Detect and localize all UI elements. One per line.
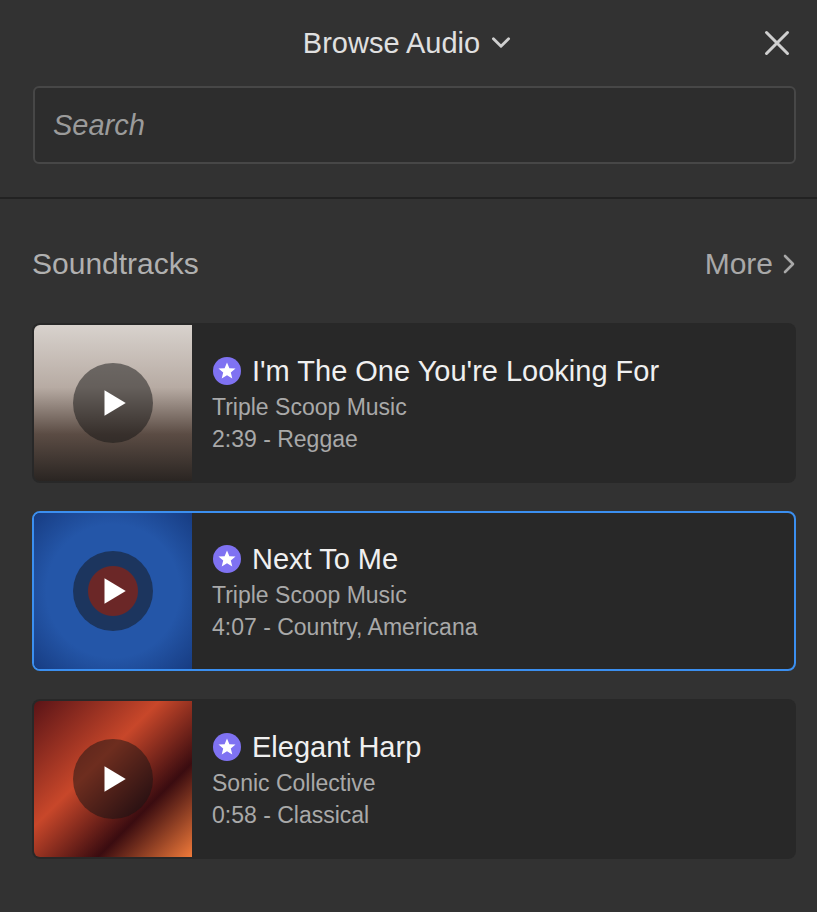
track-artist: Triple Scoop Music [212,391,782,423]
premium-star-icon [212,356,242,386]
track-title: Next To Me [252,543,398,576]
play-icon [96,574,130,608]
browse-audio-panel: Browse Audio Soundtracks More I'm The One Y… [0,0,817,912]
track-meta: 0:58 - Classical [212,799,782,831]
track-list: I'm The One You're Looking ForTriple Sco… [32,323,796,859]
track-card[interactable]: I'm The One You're Looking ForTriple Sco… [32,323,796,483]
track-info: Next To MeTriple Scoop Music4:07 - Count… [192,513,794,669]
track-meta: 4:07 - Country, Americana [212,611,782,643]
more-label: More [705,247,773,281]
premium-star-icon [212,544,242,574]
more-button[interactable]: More [705,247,799,281]
track-artist: Sonic Collective [212,767,782,799]
premium-star-icon [212,732,242,762]
play-button[interactable] [73,551,153,631]
track-title: I'm The One You're Looking For [252,355,659,388]
track-thumbnail [34,325,192,481]
track-title-row: Next To Me [212,539,782,579]
track-thumbnail [34,701,192,857]
play-icon [96,762,130,796]
section-title: Soundtracks [32,247,199,281]
search-area [0,86,817,197]
header: Browse Audio [0,0,817,86]
track-title-row: I'm The One You're Looking For [212,351,782,391]
track-card[interactable]: Elegant HarpSonic Collective0:58 - Class… [32,699,796,859]
track-title: Elegant Harp [252,731,421,764]
track-title-row: Elegant Harp [212,727,782,767]
close-icon [763,29,791,57]
chevron-right-icon [779,251,799,277]
track-info: I'm The One You're Looking ForTriple Sco… [192,325,794,481]
divider [0,197,817,199]
track-artist: Triple Scoop Music [212,579,782,611]
chevron-down-icon [488,30,514,56]
play-button[interactable] [73,739,153,819]
title-dropdown[interactable]: Browse Audio [303,27,514,60]
section-header: Soundtracks More [0,243,817,285]
track-thumbnail [34,513,192,669]
search-input[interactable] [33,86,796,164]
track-info: Elegant HarpSonic Collective0:58 - Class… [192,701,794,857]
close-button[interactable] [763,29,791,57]
play-button[interactable] [73,363,153,443]
panel-title: Browse Audio [303,27,480,60]
track-meta: 2:39 - Reggae [212,423,782,455]
play-icon [96,386,130,420]
track-card[interactable]: Next To MeTriple Scoop Music4:07 - Count… [32,511,796,671]
